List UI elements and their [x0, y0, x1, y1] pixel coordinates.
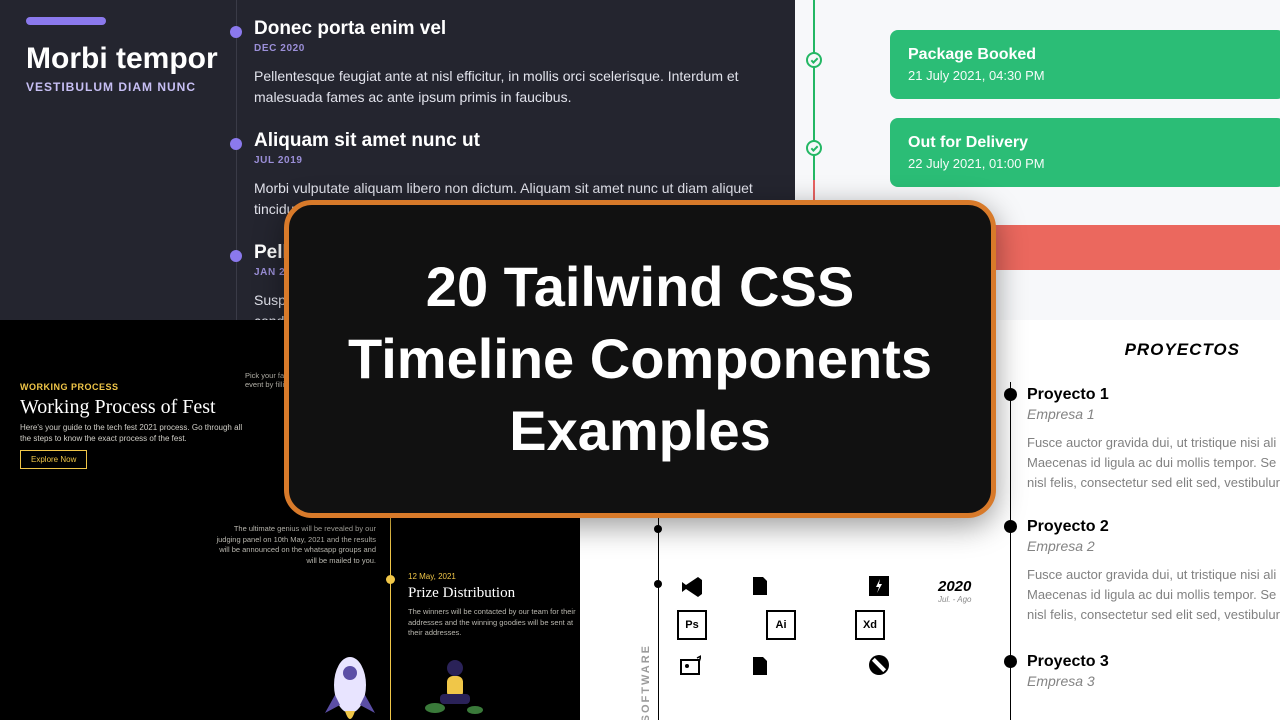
year-label: 2020 Jul. - Ago	[938, 578, 972, 604]
timeline-dot-icon	[1004, 520, 1017, 533]
project-body: Fusce auctor gravida dui, ut tristique n…	[1027, 433, 1280, 493]
timeline-dot-icon	[230, 138, 242, 150]
timeline-axis	[658, 505, 659, 720]
illustrator-icon: Ai	[766, 610, 796, 640]
item-title: Aliquam sit amet nunc ut	[254, 130, 794, 152]
timeline-dot-icon	[1004, 655, 1017, 668]
panel-subtitle: VESTIBULUM DIAM NUNC	[26, 80, 196, 94]
status-card: Package Booked 21 July 2021, 04:30 PM	[890, 30, 1280, 99]
bolt-square-icon	[868, 575, 890, 597]
explore-button[interactable]: Explore Now	[20, 450, 87, 469]
status-date: 22 July 2021, 01:00 PM	[908, 156, 1267, 171]
vscode-icon	[680, 575, 704, 599]
timeline-block: 12 May, 2021 Prize Distribution The winn…	[408, 572, 576, 639]
circle-slash-icon	[868, 654, 890, 676]
section-title: PROYECTOS	[1125, 340, 1240, 360]
panel-proyectos: PROYECTOS Proyecto 1 Empresa 1 Fusce auc…	[985, 320, 1280, 720]
status-card: Out for Delivery 22 July 2021, 01:00 PM	[890, 118, 1280, 187]
status-title: Package Booked	[908, 46, 1267, 64]
project-title: Proyecto 3	[1027, 653, 1109, 671]
item-body: Pellentesque feugiat ante at nisl effici…	[254, 66, 794, 108]
project-title: Proyecto 1	[1027, 386, 1109, 404]
title-overlay: 20 Tailwind CSS Timeline Components Exam…	[284, 200, 996, 518]
timeline-dot-icon	[654, 525, 662, 533]
timeline-axis	[1010, 382, 1011, 720]
item-date: JUL 2019	[254, 155, 794, 166]
project-company: Empresa 1	[1027, 406, 1095, 422]
project-title: Proyecto 2	[1027, 518, 1109, 536]
status-date: 21 July 2021, 04:30 PM	[908, 68, 1267, 83]
file-icon	[750, 656, 770, 676]
status-title: Out for Delivery	[908, 134, 1267, 152]
block-title: Prize Distribution	[408, 585, 576, 602]
image-icon	[679, 655, 701, 677]
overlay-heading: 20 Tailwind CSS Timeline Components Exam…	[289, 251, 991, 466]
check-circle-icon	[806, 52, 822, 68]
item-title: Donec porta enim vel	[254, 18, 794, 40]
rocket-icon	[315, 635, 385, 720]
software-label: SOFTWARE	[640, 644, 652, 720]
timeline-axis-green	[813, 0, 815, 210]
section-desc: Here's your guide to the tech fest 2021 …	[20, 422, 255, 444]
project-company: Empresa 3	[1027, 673, 1095, 689]
block-body: The winners will be contacted by our tea…	[408, 607, 576, 639]
project-company: Empresa 2	[1027, 538, 1095, 554]
xd-icon: Xd	[855, 610, 885, 640]
accent-bar	[26, 17, 106, 25]
section-title: Working Process of Fest	[20, 396, 216, 419]
item-date: DEC 2020	[254, 43, 794, 54]
photoshop-icon: Ps	[677, 610, 707, 640]
block-date: 12 May, 2021	[408, 572, 576, 581]
timeline-dot-icon	[1004, 388, 1017, 401]
timeline-item: Donec porta enim vel DEC 2020 Pellentesq…	[224, 18, 794, 108]
file-icon	[750, 576, 770, 596]
block-body: The ultimate genius will be revealed by …	[208, 524, 376, 566]
timeline-dot-icon	[654, 580, 662, 588]
timeline-dot-icon	[230, 26, 242, 38]
panel-title: Morbi tempor	[26, 42, 218, 76]
timeline-dot-icon	[230, 250, 242, 262]
project-body: Fusce auctor gravida dui, ut tristique n…	[1027, 565, 1280, 625]
timeline-dot-icon	[386, 575, 395, 584]
check-circle-icon	[806, 140, 822, 156]
section-tag: WORKING PROCESS	[20, 382, 119, 392]
person-sitting-icon	[420, 650, 490, 720]
